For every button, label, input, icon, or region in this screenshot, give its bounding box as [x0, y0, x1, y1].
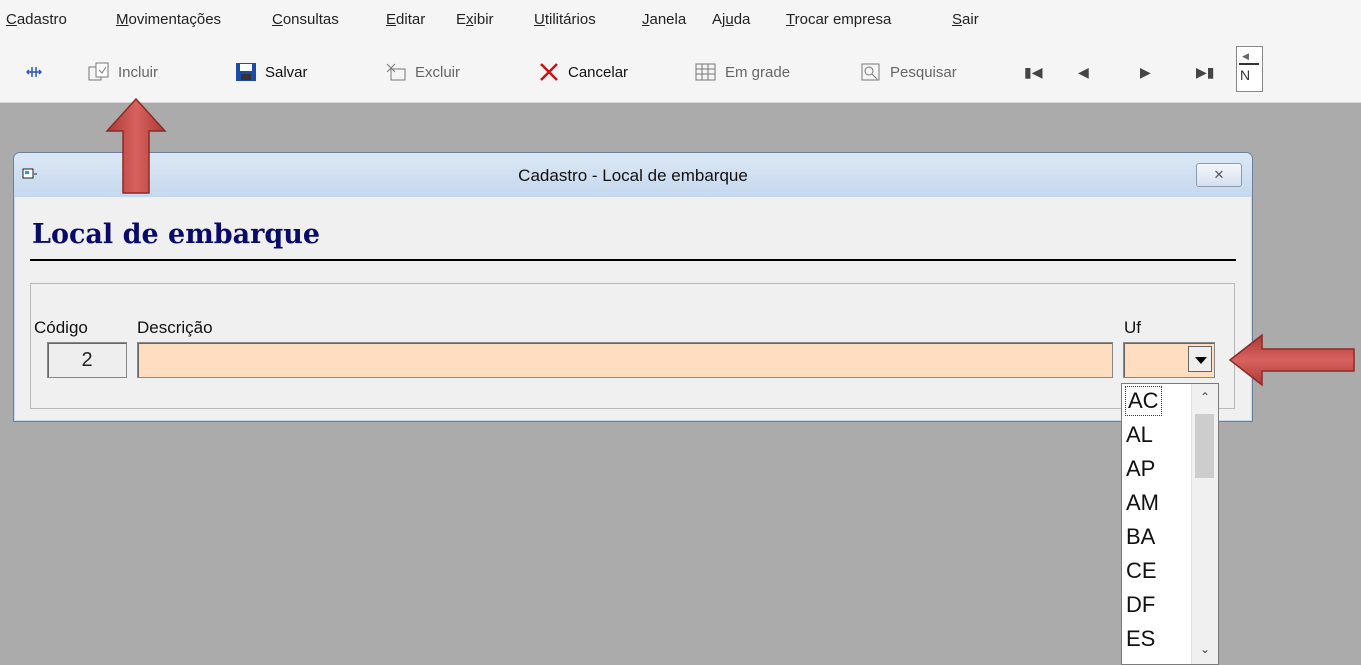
descricao-label: Descrição — [137, 318, 213, 337]
dropdown-scrollbar[interactable]: ⌃ ⌄ — [1191, 384, 1218, 664]
navigator-tick-icon: ◀ — [1242, 51, 1249, 61]
next-record-icon[interactable]: ▶ — [1140, 64, 1151, 81]
menu-janela[interactable]: Janela — [642, 11, 686, 28]
annotation-arrow-up-icon — [105, 97, 167, 194]
scroll-thumb[interactable] — [1195, 414, 1214, 478]
menu-movimentacoes[interactable]: Movimentações — [116, 11, 221, 28]
search-icon — [860, 62, 882, 82]
previous-record-icon[interactable]: ◀ — [1078, 64, 1089, 81]
close-button[interactable]: ✕ — [1196, 163, 1242, 187]
menu-exibir[interactable]: Exibir — [456, 11, 494, 28]
delete-record-icon — [385, 62, 407, 82]
first-record-icon[interactable]: ▮◀ — [1024, 64, 1042, 81]
menu-trocar-empresa[interactable]: Trocar empresa — [786, 11, 891, 28]
last-record-icon[interactable]: ▶▮ — [1196, 64, 1214, 81]
navigator-bar — [1239, 63, 1259, 65]
chevron-down-icon[interactable] — [1188, 346, 1212, 372]
new-record-icon — [88, 62, 110, 82]
codigo-field[interactable]: 2 — [47, 342, 127, 378]
menu-consultas[interactable]: Consultas — [272, 11, 339, 28]
uf-dropdown-list[interactable]: AC AL AP AM BA CE DF ES ⌃ ⌄ — [1121, 383, 1219, 665]
uf-option[interactable]: BA — [1126, 523, 1155, 551]
uf-option[interactable]: CE — [1126, 557, 1157, 585]
title-bar: Cadastro - Local de embarque ✕ — [14, 153, 1252, 197]
uf-label: Uf — [1124, 318, 1141, 337]
salvar-button[interactable]: Salvar — [235, 60, 308, 84]
uf-option[interactable]: ES — [1126, 625, 1155, 653]
dialog-window: Cadastro - Local de embarque ✕ Local de … — [13, 152, 1253, 422]
toolbar-grip-icon[interactable] — [26, 60, 42, 84]
heading-divider — [30, 259, 1236, 261]
dialog-client-area: Local de embarque — [19, 197, 1247, 417]
cancel-icon — [538, 62, 560, 82]
em-grade-button[interactable]: Em grade — [695, 60, 790, 84]
incluir-button[interactable]: Incluir — [88, 60, 158, 84]
grid-icon — [695, 62, 717, 82]
navigator-label: N — [1240, 67, 1251, 83]
pesquisar-button[interactable]: Pesquisar — [860, 60, 957, 84]
uf-option[interactable]: AM — [1126, 489, 1159, 517]
scroll-up-icon[interactable]: ⌃ — [1200, 390, 1210, 404]
uf-option[interactable]: DF — [1126, 591, 1155, 619]
save-icon — [235, 62, 257, 82]
close-icon: ✕ — [1213, 167, 1225, 182]
menu-bar: Cadastro Movimentações Consultas Editar … — [0, 0, 1361, 36]
uf-option[interactable]: AP — [1126, 455, 1155, 483]
uf-option[interactable]: AL — [1126, 421, 1153, 449]
uf-select[interactable] — [1123, 342, 1215, 378]
menu-editar[interactable]: Editar — [386, 11, 425, 28]
scroll-down-icon[interactable]: ⌄ — [1200, 642, 1210, 656]
cancelar-button[interactable]: Cancelar — [538, 60, 628, 84]
codigo-label: Código — [34, 318, 88, 337]
uf-option[interactable]: AC — [1125, 386, 1162, 416]
toolbar: Incluir Salvar Excluir Cancelar Em grade… — [0, 36, 1361, 103]
menu-utilitarios[interactable]: Utilitários — [534, 11, 596, 28]
window-title: Cadastro - Local de embarque — [518, 166, 748, 185]
menu-cadastro[interactable]: Cadastro — [6, 11, 67, 28]
annotation-arrow-left-icon — [1228, 333, 1355, 387]
page-title: Local de embarque — [32, 219, 321, 250]
menu-sair[interactable]: Sair — [952, 11, 979, 28]
descricao-field[interactable] — [137, 342, 1113, 378]
excluir-button[interactable]: Excluir — [385, 60, 460, 84]
menu-ajuda[interactable]: Ajuda — [712, 11, 750, 28]
record-navigator-box[interactable]: ◀ N — [1236, 46, 1263, 92]
